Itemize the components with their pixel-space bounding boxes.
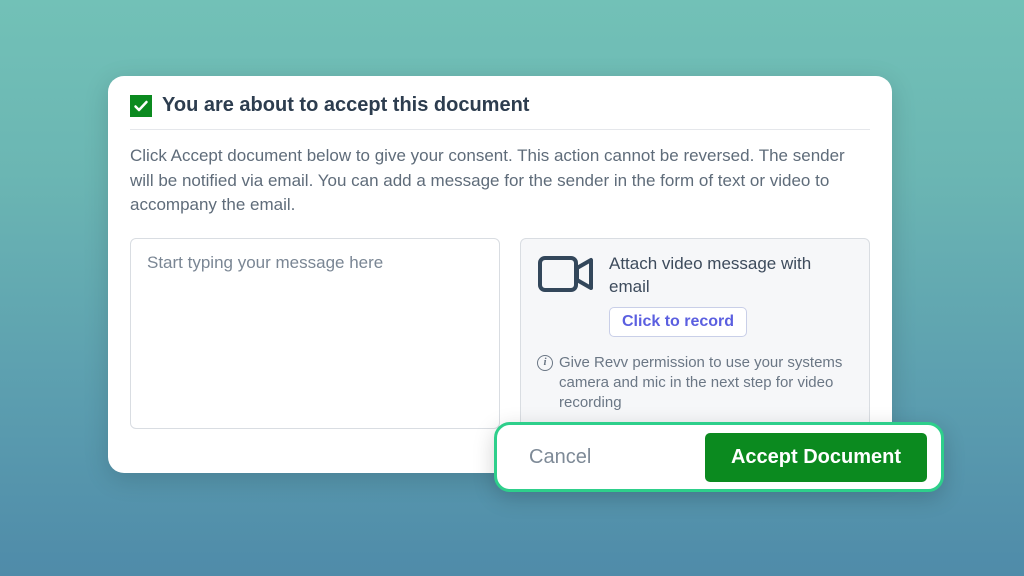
video-panel: Attach video message with email Click to… xyxy=(520,238,870,429)
video-hint-text: Give Revv permission to use your systems… xyxy=(559,353,853,414)
video-panel-top: Attach video message with email Click to… xyxy=(537,253,853,337)
record-button[interactable]: Click to record xyxy=(609,307,747,337)
video-text-column: Attach video message with email Click to… xyxy=(609,253,853,337)
accept-document-modal: You are about to accept this document Cl… xyxy=(108,76,892,473)
cancel-button[interactable]: Cancel xyxy=(523,438,597,477)
modal-title: You are about to accept this document xyxy=(162,94,529,117)
message-input[interactable] xyxy=(130,238,500,429)
video-panel-title: Attach video message with email xyxy=(609,253,853,299)
checkmark-icon xyxy=(130,95,152,117)
content-row: Attach video message with email Click to… xyxy=(130,238,870,429)
video-hint: i Give Revv permission to use your syste… xyxy=(537,353,853,414)
modal-body: Click Accept document below to give your… xyxy=(130,130,870,429)
modal-header: You are about to accept this document xyxy=(130,94,870,130)
info-icon: i xyxy=(537,355,553,371)
accept-button[interactable]: Accept Document xyxy=(705,433,927,482)
video-camera-icon xyxy=(537,253,595,295)
action-bar: Cancel Accept Document xyxy=(494,422,944,492)
modal-description: Click Accept document below to give your… xyxy=(130,144,870,218)
